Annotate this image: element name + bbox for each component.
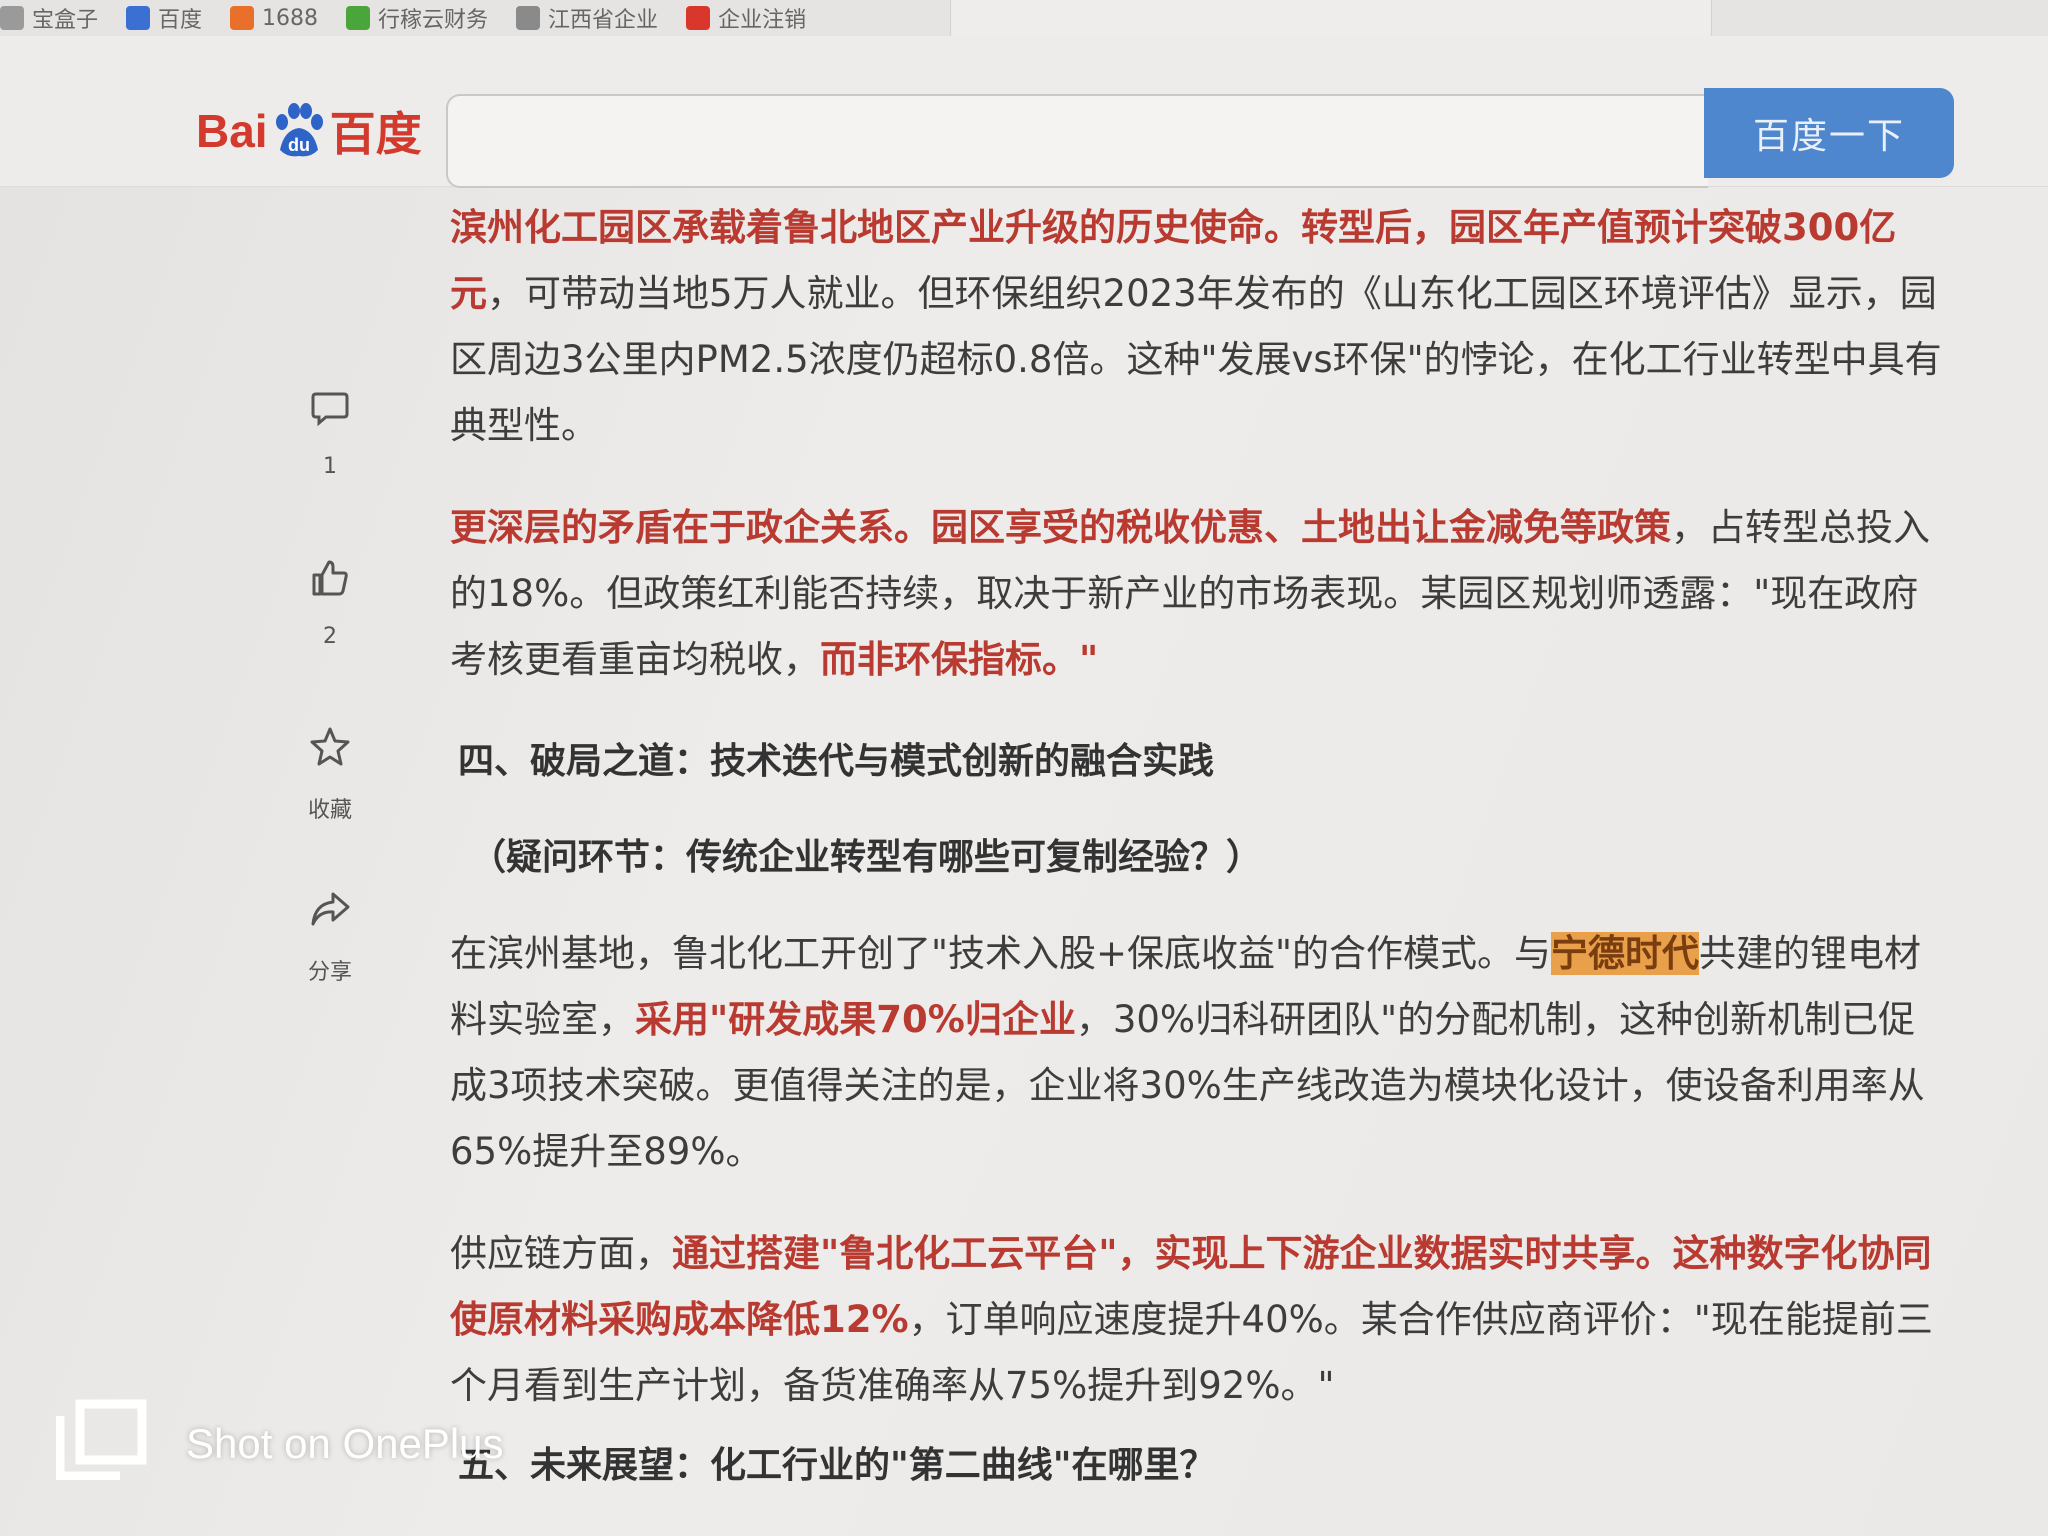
bookmark-item[interactable]: 1688	[230, 6, 318, 31]
browser-tab[interactable]	[950, 0, 1712, 41]
like-action[interactable]: 2	[290, 558, 370, 649]
bookmark-item[interactable]: 企业注销	[686, 2, 806, 34]
comment-count: 1	[323, 454, 337, 479]
paragraph-4: 供应链方面，通过搭建"鲁北化工云平台"，实现上下游企业数据实时共享。这种数字化协…	[450, 1221, 1950, 1419]
logo-text-du: du	[288, 135, 310, 155]
favorite-action[interactable]: 收藏	[290, 726, 370, 824]
share-action[interactable]: 分享	[290, 890, 370, 986]
bookmark-item[interactable]: 百度	[126, 2, 202, 34]
emblem-icon	[686, 6, 711, 30]
finance-icon	[346, 6, 371, 30]
logo-text-bai: Bai	[196, 105, 268, 157]
logo-text-baidu: 百度	[329, 108, 422, 160]
favorite-label: 收藏	[307, 798, 352, 823]
body-text: 供应链方面，	[450, 1232, 672, 1275]
article-body: 滨州化工园区承载着鲁北地区产业升级的历史使命。转型后，园区年产值预计突破300亿…	[450, 195, 1950, 1529]
box-icon	[0, 6, 24, 30]
share-label: 分享	[307, 960, 352, 985]
section-heading-4: 四、破局之道：技术迭代与模式创新的融合实践	[458, 741, 1215, 782]
bookmark-label: 百度	[158, 8, 203, 33]
baidu-paw-icon: du	[270, 102, 328, 160]
camera-watermark: Shot on OnePlus	[55, 1398, 504, 1490]
watermark-text: Shot on OnePlus	[186, 1420, 504, 1467]
oneplus-logo-icon	[55, 1398, 148, 1490]
body-text: ，可带动当地5万人就业。但环保组织2023年发布的《山东化工园区环境评估》显示，…	[450, 272, 1942, 447]
browser-page: 宝盒子 百度 1688 行稼云财务 江西省企业 企业注销 Bai du 百度 百度一下	[0, 0, 2048, 1536]
bookmark-item[interactable]: 宝盒子	[0, 2, 98, 34]
share-icon	[309, 890, 351, 932]
1688-icon	[230, 6, 255, 30]
bookmark-label: 行稼云财务	[378, 8, 489, 33]
bookmark-label: 1688	[262, 5, 319, 31]
baidu-header: Bai du 百度 百度一下	[0, 36, 2048, 188]
question-callout: （疑问环节：传统企业转型有哪些可复制经验？）	[470, 837, 1263, 878]
bookmark-label: 宝盒子	[32, 8, 99, 33]
thumbs-up-icon	[310, 558, 350, 602]
bookmark-label: 企业注销	[718, 8, 807, 33]
search-input[interactable]	[446, 94, 1708, 188]
paragraph-3: 在滨州基地，鲁北化工开创了"技术入股+保底收益"的合作模式。与宁德时代共建的锂电…	[450, 921, 1950, 1185]
highlighted-text: 宁德时代	[1551, 932, 1700, 975]
bookmark-label: 江西省企业	[548, 8, 659, 33]
comment-action[interactable]: 1	[290, 390, 370, 479]
like-count: 2	[323, 624, 337, 649]
paragraph-2: 更深层的矛盾在于政企关系。园区享受的税收优惠、土地出让金减免等政策，占转型总投入…	[450, 495, 1950, 693]
emphasis-text: 更深层的矛盾在于政企关系。园区享受的税收优惠、土地出让金减免等政策	[450, 506, 1671, 549]
paragraph-1: 滨州化工园区承载着鲁北地区产业升级的历史使命。转型后，园区年产值预计突破300亿…	[450, 195, 1950, 459]
emphasis-text: 采用"研发成果70%归企业	[635, 998, 1076, 1041]
body-text: 在滨州基地，鲁北化工开创了"技术入股+保底收益"的合作模式。与	[450, 932, 1552, 975]
baidu-paw-icon	[126, 6, 151, 30]
comment-icon	[310, 390, 350, 432]
emphasis-text: 而非环保指标。"	[820, 638, 1099, 681]
star-icon	[309, 726, 351, 770]
section-heading-5: 五、未来展望：化工行业的"第二曲线"在哪里？	[458, 1445, 1216, 1486]
bookmark-item[interactable]: 行稼云财务	[346, 2, 488, 34]
baidu-logo[interactable]: Bai du 百度	[196, 98, 422, 164]
globe-icon	[516, 6, 541, 30]
search-button[interactable]: 百度一下	[1704, 88, 1954, 178]
bookmark-item[interactable]: 江西省企业	[516, 2, 658, 34]
